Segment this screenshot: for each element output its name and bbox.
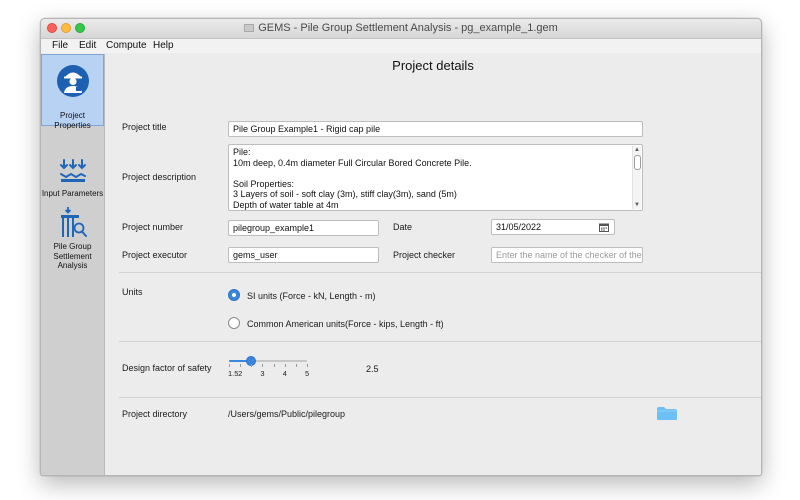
- slider-tick: [273, 364, 275, 367]
- slider-tick-label: 1.5: [228, 369, 239, 378]
- document-icon: [244, 24, 255, 32]
- project-description-textarea[interactable]: Pile: 10m deep, 0.4m diameter Full Circu…: [228, 144, 643, 211]
- safety-factor-value: 2.5: [366, 364, 379, 374]
- project-checker-label: Project checker: [393, 250, 456, 260]
- date-picker[interactable]: 31/05/2022: [491, 219, 615, 235]
- description-line: [233, 168, 638, 179]
- window-title: GEMS - Pile Group Settlement Analysis - …: [41, 22, 761, 34]
- american-units-label[interactable]: Common American units(Force - kips, Leng…: [247, 319, 444, 329]
- sidebar-item-label-group: Pile Group Settlement Analysis: [41, 242, 104, 271]
- sidebar-item-project-properties[interactable]: Project Properties: [41, 54, 104, 130]
- slider-tick-label: 4: [282, 369, 287, 378]
- sidebar-item-label-line: Pile Group: [53, 242, 92, 251]
- sidebar-item-label: Input Parameters: [41, 189, 104, 198]
- folder-icon[interactable]: [656, 406, 678, 421]
- project-number-label: Project number: [122, 222, 184, 232]
- project-title-label: Project title: [122, 122, 167, 132]
- project-details-panel: Project details Project title Pile Group…: [105, 54, 761, 475]
- window-title-text: GEMS - Pile Group Settlement Analysis - …: [258, 22, 558, 34]
- menu-help[interactable]: Help: [153, 40, 174, 51]
- project-number-input[interactable]: pilegroup_example1: [228, 220, 379, 236]
- safety-factor-label: Design factor of safety: [122, 363, 212, 373]
- description-line: Depth of water table at 4m: [233, 199, 339, 210]
- slider-tick: [229, 364, 230, 367]
- slider-tick: [251, 364, 253, 367]
- project-executor-input[interactable]: gems_user: [228, 247, 379, 263]
- menu-bar: File Edit Compute Help: [41, 39, 761, 53]
- american-units-radio[interactable]: [228, 317, 240, 329]
- engineer-icon: [57, 65, 89, 97]
- description-line: 3 Layers of soil - soft clay (3m), stiff…: [233, 189, 457, 200]
- menu-file[interactable]: File: [52, 40, 68, 51]
- date-label: Date: [393, 222, 413, 232]
- scroll-up-icon[interactable]: ▲: [633, 147, 641, 153]
- calendar-icon[interactable]: [599, 223, 609, 232]
- si-units-label[interactable]: SI units (Force - kN, Length - m): [247, 291, 376, 301]
- sidebar-item-label: Project Properties: [54, 111, 91, 130]
- slider-track[interactable]: [229, 360, 307, 362]
- project-directory-label: Project directory: [122, 409, 188, 419]
- menu-edit[interactable]: Edit: [79, 40, 96, 51]
- page-title: Project details: [392, 58, 474, 73]
- slider-tick: [295, 364, 297, 367]
- menu-compute[interactable]: Compute: [106, 40, 147, 51]
- project-directory-path: /Users/gems/Public/pilegroup: [228, 409, 346, 419]
- project-title-input[interactable]: Pile Group Example1 - Rigid cap pile: [228, 121, 643, 137]
- slider-tick-label: 2: [238, 369, 243, 378]
- section-divider: [119, 397, 761, 398]
- title-bar[interactable]: GEMS - Pile Group Settlement Analysis - …: [41, 19, 761, 39]
- description-line: 10m deep, 0.4m diameter Full Circular Bo…: [233, 157, 472, 168]
- scroll-down-icon[interactable]: ▼: [633, 202, 641, 208]
- units-label: Units: [122, 287, 143, 297]
- safety-factor-slider[interactable]: 1.5 2 3 4 5: [228, 354, 310, 378]
- load-arrows-icon: [60, 159, 86, 182]
- section-divider: [119, 341, 761, 342]
- scrollbar-thumb[interactable]: [634, 155, 641, 170]
- pile-analysis-icon: [61, 207, 87, 237]
- date-value: 31/05/2022: [496, 222, 542, 232]
- section-divider: [119, 272, 761, 273]
- sidebar-item-input-parameters[interactable]: Input Parameters: [41, 158, 104, 198]
- slider-tick-label: 5: [305, 369, 310, 378]
- description-line: Pile:: [233, 147, 251, 157]
- project-executor-label: Project executor: [122, 250, 188, 260]
- slider-tick: [240, 364, 242, 367]
- project-description-label: Project description: [122, 172, 197, 182]
- sidebar-item-label-line: Analysis: [57, 261, 88, 270]
- si-units-radio[interactable]: [228, 289, 240, 301]
- description-line: Soil Properties:: [233, 178, 295, 189]
- slider-tick: [284, 364, 286, 367]
- slider-tick: [307, 364, 308, 367]
- app-window: GEMS - Pile Group Settlement Analysis - …: [40, 18, 762, 476]
- description-scrollbar[interactable]: ▲ ▼: [632, 146, 641, 209]
- slider-tick: [262, 364, 264, 367]
- sidebar: Project Properties Input Parameters Pile…: [41, 54, 105, 475]
- project-checker-input[interactable]: Enter the name of the checker of the p: [491, 247, 643, 263]
- slider-tick-label: 3: [260, 369, 265, 378]
- sidebar-item-label-line: Settlement: [53, 251, 92, 261]
- sidebar-item-pile-group-settlement-analysis[interactable]: Pile Group Settlement Analysis: [41, 206, 104, 284]
